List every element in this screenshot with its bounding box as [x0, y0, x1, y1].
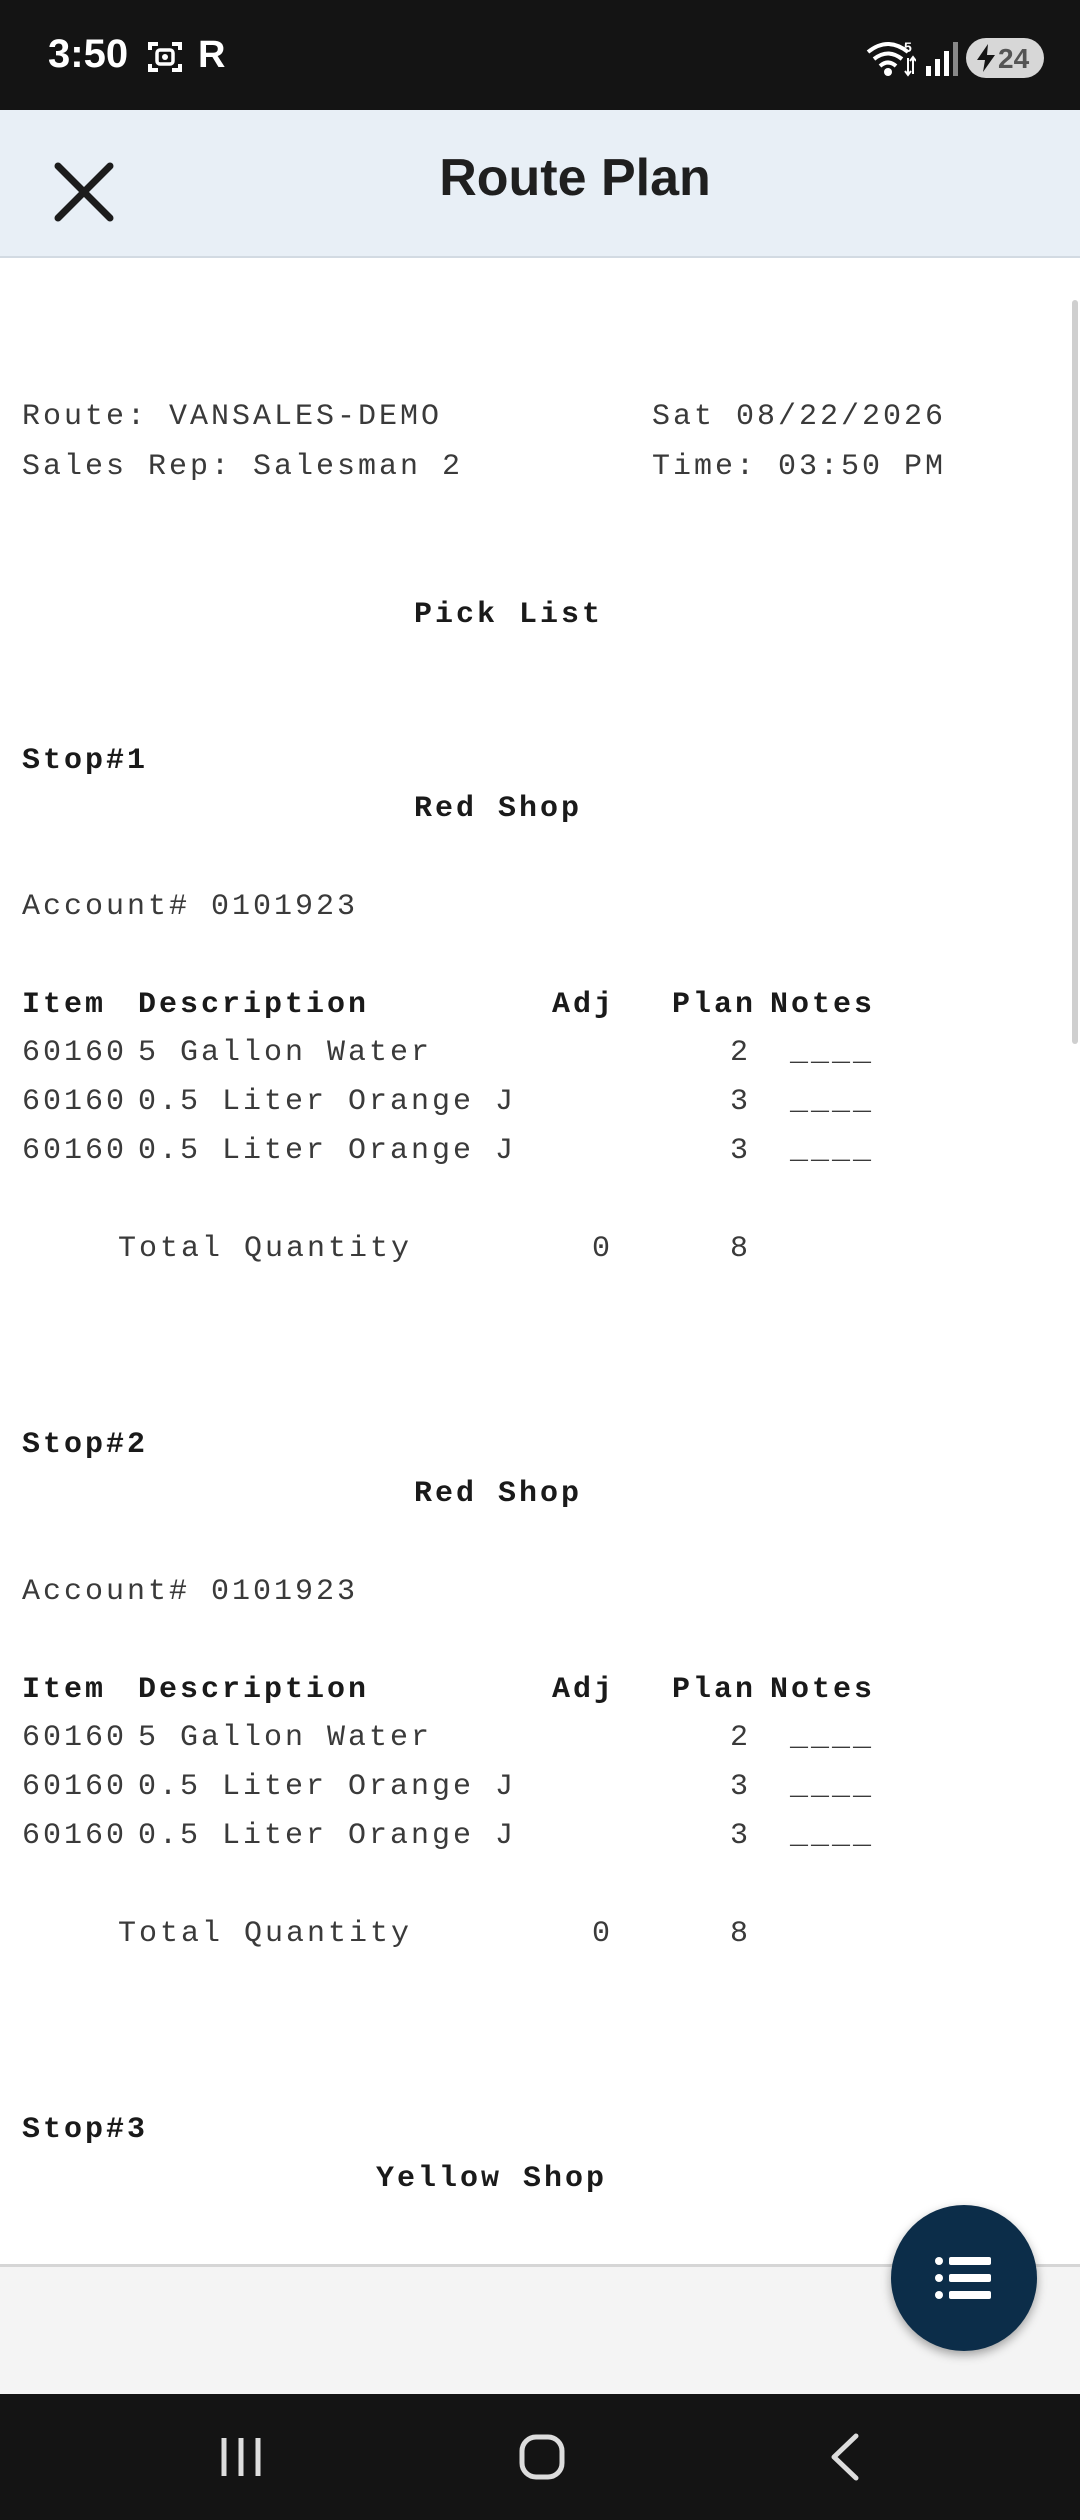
- row-notes: ____: [790, 1036, 875, 1070]
- row-description: 5 Gallon Water: [138, 1721, 433, 1755]
- report-viewer[interactable]: Route: VANSALES-DEMO Sat 08/22/2026 Sale…: [0, 258, 1072, 2264]
- row-item: 60160: [22, 1134, 128, 1168]
- total-plan: 8: [730, 1232, 752, 1266]
- stop-label: Stop#1: [22, 744, 149, 778]
- row-item: 60160: [22, 1721, 128, 1755]
- total-quantity-label: Total Quantity: [118, 1917, 413, 1951]
- row-description: 0.5 Liter Orange J: [138, 1134, 517, 1168]
- signal-icon: [926, 42, 958, 76]
- row-plan: 2: [730, 1721, 752, 1755]
- column-header-description: Description: [138, 1673, 370, 1707]
- row-plan: 3: [730, 1134, 752, 1168]
- row-description: 0.5 Liter Orange J: [138, 1770, 517, 1804]
- system-nav-bar: [0, 2394, 1080, 2520]
- column-header-item: Item: [22, 1673, 107, 1707]
- total-adj: 0: [592, 1232, 614, 1266]
- column-header-item: Item: [22, 988, 107, 1022]
- battery-level: 24: [998, 43, 1030, 74]
- battery-indicator: 24: [966, 38, 1044, 78]
- column-header-notes: Notes: [770, 988, 876, 1022]
- row-description: 5 Gallon Water: [138, 1036, 433, 1070]
- row-notes: ____: [790, 1721, 875, 1755]
- row-item: 60160: [22, 1770, 128, 1804]
- row-description: 0.5 Liter Orange J: [138, 1819, 517, 1853]
- account-number: Account# 0101923: [22, 890, 359, 924]
- page-title: Route Plan: [439, 149, 711, 207]
- app-bar: Route Plan: [0, 110, 1080, 258]
- row-notes: ____: [790, 1770, 875, 1804]
- shop-name: Red Shop: [414, 792, 583, 826]
- report-heading: Pick List: [414, 598, 604, 632]
- stop-label: Stop#3: [22, 2113, 149, 2147]
- column-header-plan: Plan: [672, 1673, 757, 1707]
- shop-name: Yellow Shop: [376, 2162, 608, 2196]
- status-bar: 3:50 R 5 24: [0, 0, 1080, 110]
- account-number: Account# 0101923: [22, 1575, 359, 1609]
- svg-text:5: 5: [904, 39, 912, 55]
- total-plan: 8: [730, 1917, 752, 1951]
- stop-label: Stop#2: [22, 1428, 149, 1462]
- row-description: 0.5 Liter Orange J: [138, 1085, 517, 1119]
- route-line: Route: VANSALES-DEMO: [22, 400, 443, 434]
- total-quantity-label: Total Quantity: [118, 1232, 413, 1266]
- total-adj: 0: [592, 1917, 614, 1951]
- row-plan: 3: [730, 1770, 752, 1804]
- row-notes: ____: [790, 1134, 875, 1168]
- status-r-label: R: [198, 34, 226, 76]
- column-header-adj: Adj: [552, 988, 616, 1022]
- recent-apps-icon[interactable]: [206, 2424, 276, 2490]
- row-item: 60160: [22, 1819, 128, 1853]
- row-item: 60160: [22, 1036, 128, 1070]
- home-icon[interactable]: [507, 2424, 577, 2490]
- time-line: Time: 03:50 PM: [652, 450, 947, 484]
- scrollbar-thumb[interactable]: [1072, 300, 1078, 1044]
- row-item: 60160: [22, 1085, 128, 1119]
- list-icon: [935, 2257, 991, 2299]
- wifi-icon: 5: [866, 39, 916, 77]
- back-icon[interactable]: [810, 2424, 880, 2490]
- row-plan: 3: [730, 1085, 752, 1119]
- row-plan: 3: [730, 1819, 752, 1853]
- sales-rep-line: Sales Rep: Salesman 2: [22, 450, 464, 484]
- column-header-description: Description: [138, 988, 370, 1022]
- status-time: 3:50: [48, 32, 129, 76]
- column-header-notes: Notes: [770, 1673, 876, 1707]
- menu-fab-button[interactable]: [891, 2205, 1037, 2351]
- row-notes: ____: [790, 1085, 875, 1119]
- column-header-adj: Adj: [552, 1673, 616, 1707]
- screenshot-icon: [148, 42, 182, 72]
- shop-name: Red Shop: [414, 1477, 583, 1511]
- date-line: Sat 08/22/2026: [652, 400, 947, 434]
- column-header-plan: Plan: [672, 988, 757, 1022]
- charging-bolt-icon: [977, 44, 995, 72]
- row-plan: 2: [730, 1036, 752, 1070]
- row-notes: ____: [790, 1819, 875, 1853]
